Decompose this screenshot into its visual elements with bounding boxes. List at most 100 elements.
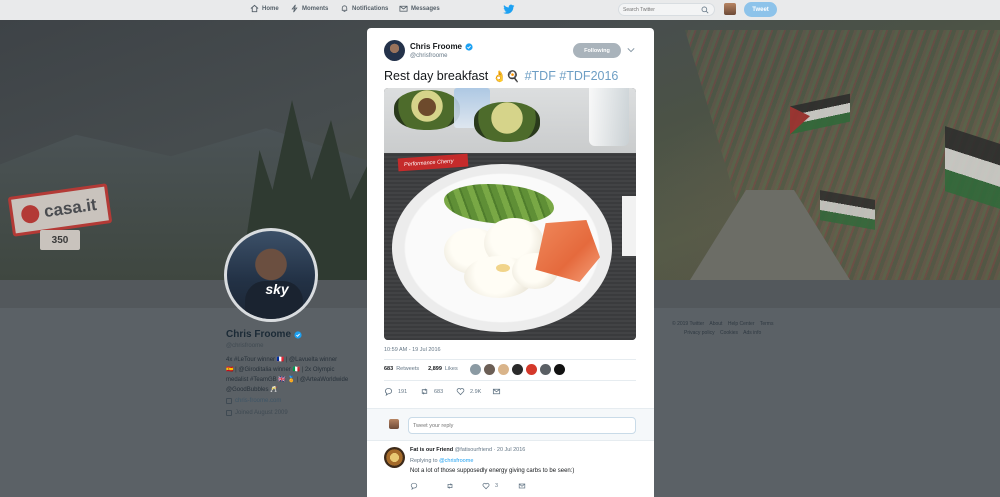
tweet-text-body: Rest day breakfast xyxy=(384,69,489,83)
house-icon xyxy=(20,204,41,225)
profile-bio-line: 🇪🇸 | @Giroditalia winner 🇮🇹 | 2x Olympic xyxy=(226,367,335,373)
search-icon[interactable] xyxy=(701,6,709,14)
profile-name: Chris Froome xyxy=(226,329,302,340)
footer-link[interactable]: © 2019 Twitter xyxy=(672,321,704,327)
likers-avatars xyxy=(470,364,565,375)
photo-napkin xyxy=(622,196,636,256)
photo-avocado xyxy=(474,102,540,142)
tweet-text: Rest day breakfast 👌🍳 #TDF #TDF2016 xyxy=(384,69,618,83)
reply-author-handle[interactable]: @fatisourfriend xyxy=(455,447,492,453)
retweet-count: 683 xyxy=(434,388,444,395)
nav-moments-label: Moments xyxy=(302,5,329,12)
footer-link[interactable]: Terms xyxy=(760,321,774,327)
reply-icon xyxy=(410,482,418,490)
profile-website-text[interactable]: chris-froome.com xyxy=(235,398,281,404)
photo-glass xyxy=(589,88,629,146)
tweet-timestamp[interactable]: 10:59 AM - 19 Jul 2016 xyxy=(384,347,441,353)
tweet-emoji: 👌🍳 xyxy=(492,71,521,83)
tweet-button[interactable]: Tweet xyxy=(744,2,777,17)
heart-icon xyxy=(482,483,490,490)
reply-author-name[interactable]: Fat is our Friend xyxy=(410,447,453,453)
author-avatar[interactable] xyxy=(384,40,405,61)
profile-joined: Joined August 2009 xyxy=(226,410,288,416)
tweet-stats: 683 Retweets 2,899 Likes xyxy=(384,366,458,372)
dm-action[interactable] xyxy=(518,482,526,490)
tweet-photo[interactable]: Performance Cherry xyxy=(384,88,636,340)
profile-bio-line: 4x #LeTour winner 🇫🇷 | @Lavuelta winner xyxy=(226,357,338,363)
verified-badge-icon xyxy=(465,42,473,51)
reply-count: 191 xyxy=(398,388,408,395)
tweet-actions: 191 683 2.9K xyxy=(384,387,636,399)
liker-avatar[interactable] xyxy=(512,364,523,375)
profile-handle: @chrisfroome xyxy=(226,343,264,349)
replying-to-prefix: Replying to xyxy=(410,458,438,464)
liker-avatar[interactable] xyxy=(554,364,565,375)
author-name-text[interactable]: Chris Froome xyxy=(410,42,462,51)
reply-input[interactable] xyxy=(408,417,636,434)
retweets-label[interactable]: Retweets xyxy=(396,366,419,372)
reply-action[interactable]: 191 xyxy=(384,387,407,396)
profile-bio-line: medalist #TeamGB 🇬🇧 🏅 | @ArteaWorldwide xyxy=(226,377,349,383)
chevron-down-icon[interactable] xyxy=(627,47,635,53)
retweet-action[interactable] xyxy=(446,482,459,490)
retweets-count[interactable]: 683 xyxy=(384,366,393,372)
reply-text: Not a lot of those supposedly energy giv… xyxy=(410,468,575,474)
likes-count[interactable]: 2,899 xyxy=(428,366,442,372)
reply-icon xyxy=(384,388,393,396)
link-icon xyxy=(226,398,232,404)
nav-messages[interactable]: Messages xyxy=(399,4,440,13)
envelope-icon xyxy=(399,5,408,12)
heart-icon xyxy=(456,388,465,396)
account-avatar[interactable] xyxy=(724,3,736,15)
divider xyxy=(384,380,636,381)
liker-avatar[interactable] xyxy=(470,364,481,375)
replying-to-handle[interactable]: @chrisfroome xyxy=(439,458,473,464)
nav-messages-label: Messages xyxy=(411,5,440,12)
footer-link[interactable]: About xyxy=(709,321,722,327)
footer-link[interactable]: Help Center xyxy=(728,321,755,327)
following-button[interactable]: Following xyxy=(573,43,621,58)
profile-name-text: Chris Froome xyxy=(226,329,292,340)
reply-tweet[interactable]: Fat is our Friend @fatisourfriend · 20 J… xyxy=(367,440,654,497)
twitter-bird-icon[interactable] xyxy=(503,4,515,15)
search-box[interactable] xyxy=(618,3,715,16)
reply-date[interactable]: · 20 Jul 2016 xyxy=(494,447,526,453)
likes-label[interactable]: Likes xyxy=(445,366,458,372)
footer-link[interactable]: Cookies xyxy=(720,330,738,336)
replying-to: Replying to @chrisfroome xyxy=(410,458,473,464)
liker-avatar[interactable] xyxy=(498,364,509,375)
like-action[interactable]: 2.9K xyxy=(456,387,481,396)
like-count: 2.9K xyxy=(470,388,482,395)
nav-moments[interactable]: Moments xyxy=(290,4,328,13)
divider xyxy=(384,359,636,360)
retweet-action[interactable]: 683 xyxy=(420,387,443,396)
liker-avatar[interactable] xyxy=(540,364,551,375)
liker-avatar[interactable] xyxy=(484,364,495,375)
dm-action[interactable] xyxy=(492,387,501,396)
envelope-icon xyxy=(518,483,526,489)
nav-home-label: Home xyxy=(262,5,279,12)
profile-bio-line: @GoodBubbles 🥂 xyxy=(226,387,278,393)
banner-sign-text: casa.it xyxy=(42,194,98,222)
profile-avatar[interactable]: sky xyxy=(224,228,318,322)
like-count: 3 xyxy=(495,483,499,489)
reply-actions: 3 xyxy=(410,482,610,492)
tweet-hashtags[interactable]: #TDF #TDF2016 xyxy=(525,69,619,83)
tweet-modal: Chris Froome @chrisfroome Following Rest… xyxy=(367,28,654,497)
search-input[interactable] xyxy=(623,5,703,15)
bell-icon xyxy=(341,5,348,12)
footer-link[interactable]: Ads info xyxy=(743,330,761,336)
reply-author-avatar[interactable] xyxy=(384,447,405,468)
author-handle[interactable]: @chrisfroome xyxy=(410,53,447,59)
reply-action[interactable] xyxy=(410,482,423,490)
calendar-icon xyxy=(226,410,232,416)
liker-avatar[interactable] xyxy=(526,364,537,375)
verified-badge-icon xyxy=(294,330,302,339)
footer-link[interactable]: Privacy policy xyxy=(684,330,715,336)
nav-notifications[interactable]: Notifications xyxy=(340,4,388,13)
author-name[interactable]: Chris Froome xyxy=(410,42,473,51)
reply-header: Fat is our Friend @fatisourfriend · 20 J… xyxy=(410,447,525,453)
like-action[interactable]: 3 xyxy=(482,482,498,490)
nav-home[interactable]: Home xyxy=(250,4,279,13)
profile-website[interactable]: chris-froome.com xyxy=(226,398,281,404)
